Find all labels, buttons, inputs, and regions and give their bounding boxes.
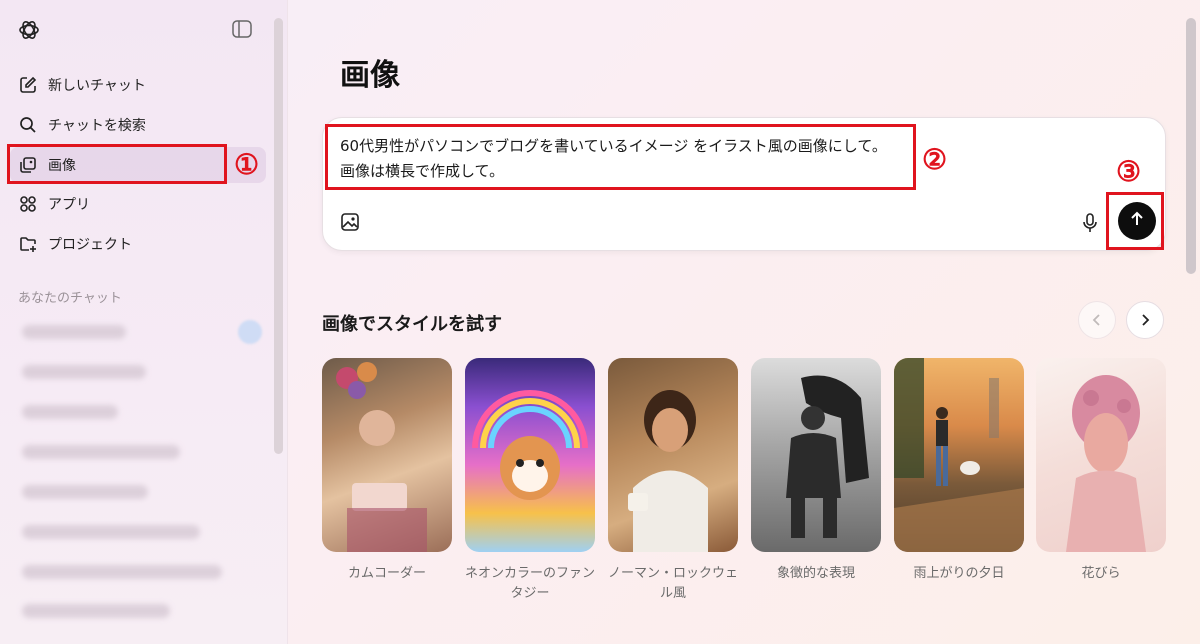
sidebar-item-new-chat[interactable]: 新しいチャット — [10, 67, 266, 103]
chat-history-item[interactable] — [22, 485, 148, 499]
microphone-icon[interactable] — [1080, 212, 1100, 234]
sidebar: 新しいチャット チャットを検索 画像 アプリ プロジェクト あなたのチャット — [0, 0, 288, 644]
style-card-camcorder[interactable] — [322, 358, 452, 552]
sidebar-item-apps[interactable]: アプリ — [10, 186, 266, 222]
style-card-sunset-after-rain[interactable] — [894, 358, 1024, 552]
sidebar-item-search-chats[interactable]: チャットを検索 — [10, 107, 266, 143]
style-card-label: ノーマン・ロックウェル風 — [608, 566, 739, 601]
annotation-box-2 — [325, 124, 916, 190]
style-card-label: 象徴的な表現 — [776, 566, 855, 581]
style-card-label: 雨上がりの夕日 — [913, 566, 1005, 581]
apps-icon — [18, 194, 38, 214]
search-icon — [18, 115, 38, 135]
sidebar-scrollbar[interactable] — [274, 18, 283, 454]
folder-plus-icon — [18, 234, 38, 254]
chevron-right-icon — [1139, 311, 1151, 330]
chat-history-item[interactable] — [22, 565, 222, 579]
chat-history-item[interactable] — [22, 445, 180, 459]
image-upload-icon[interactable] — [340, 212, 360, 232]
style-card-label: 花びら — [1081, 566, 1121, 581]
annotation-number-3: ③ — [1116, 155, 1142, 188]
chat-history-item[interactable] — [22, 525, 200, 539]
chat-history-indicator — [238, 320, 262, 344]
chevron-left-icon — [1091, 311, 1103, 330]
sidebar-item-label: アプリ — [48, 197, 90, 213]
style-card-petals[interactable] — [1036, 358, 1166, 552]
annotation-number-1: ① — [234, 148, 260, 181]
openai-logo-icon[interactable] — [17, 18, 41, 42]
main-scrollbar[interactable] — [1186, 18, 1196, 274]
sidebar-item-label: チャットを検索 — [48, 118, 146, 134]
style-card-label: ネオンカラーのファンタジー — [465, 566, 596, 601]
style-card-symbolic[interactable] — [751, 358, 881, 552]
compose-icon — [18, 75, 38, 95]
chat-history-item[interactable] — [22, 365, 146, 379]
sidebar-item-label: 新しいチャット — [48, 78, 146, 94]
style-card-label: カムコーダー — [347, 566, 426, 581]
style-card-neon-fantasy[interactable] — [465, 358, 595, 552]
sidebar-item-projects[interactable]: プロジェクト — [10, 226, 266, 262]
style-card-norman-rockwell[interactable] — [608, 358, 738, 552]
annotation-box-3 — [1106, 192, 1164, 250]
carousel-prev-button[interactable] — [1078, 301, 1116, 339]
annotation-box-1 — [7, 144, 227, 184]
carousel-next-button[interactable] — [1126, 301, 1164, 339]
chat-history-item[interactable] — [22, 604, 170, 618]
sidebar-item-label: プロジェクト — [48, 237, 132, 253]
chats-section-label: あなたのチャット — [18, 291, 122, 306]
sidebar-toggle-icon[interactable] — [232, 20, 252, 38]
chat-history-item[interactable] — [22, 325, 126, 339]
chat-history-item[interactable] — [22, 405, 118, 419]
annotation-number-2: ② — [922, 143, 948, 176]
styles-section-title: 画像でスタイルを試す — [322, 314, 502, 335]
page-title: 画像 — [340, 58, 400, 93]
